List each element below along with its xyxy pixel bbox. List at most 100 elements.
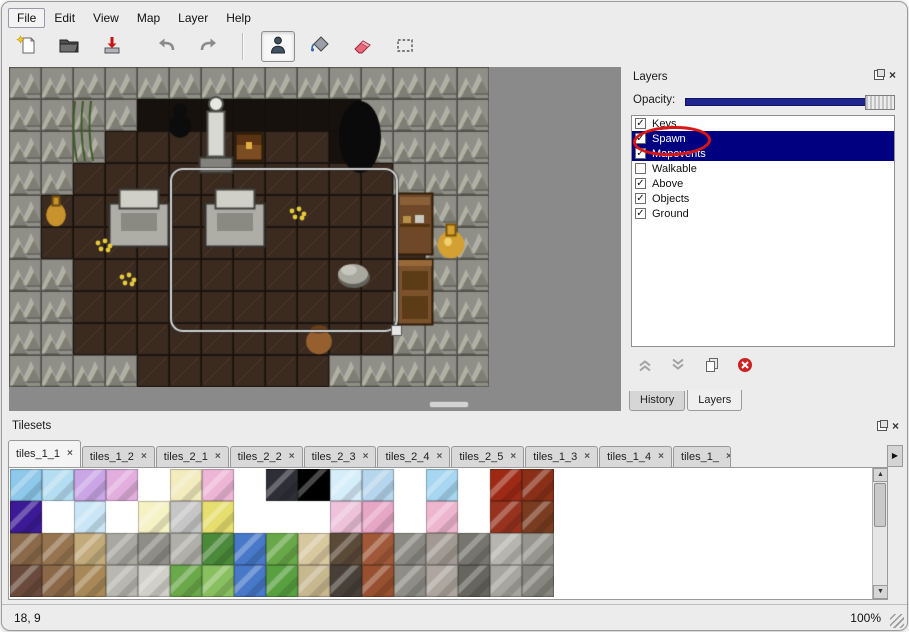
copy-icon <box>704 357 720 376</box>
redo-icon <box>198 34 220 59</box>
resize-grip[interactable] <box>890 614 904 628</box>
select-tool-button[interactable] <box>388 31 422 62</box>
tab-close-icon[interactable]: × <box>215 452 221 462</box>
new-file-button[interactable] <box>10 31 44 62</box>
layer-checkbox[interactable]: ✓ <box>635 208 646 219</box>
close-panel-icon[interactable]: × <box>889 70 896 80</box>
menu-view[interactable]: View <box>84 8 128 28</box>
menu-file[interactable]: File <box>8 8 45 28</box>
tab-tiles-2-1[interactable]: tiles_2_1× <box>156 446 229 467</box>
tab-close-icon[interactable]: × <box>726 452 731 462</box>
tab-scroll-right-button[interactable]: ▶ <box>887 445 903 467</box>
map-canvas[interactable] <box>9 67 489 387</box>
close-panel-icon[interactable]: × <box>892 421 899 431</box>
float-panel-icon[interactable] <box>874 70 884 80</box>
cursor-coords: 18, 9 <box>14 611 41 625</box>
eraser-icon <box>352 34 374 59</box>
tab-tiles-2-3[interactable]: tiles_2_3× <box>304 446 377 467</box>
layers-panel: Layers × Opacity: ✓Keys ✓Spawn ✓Mapevent… <box>623 67 903 411</box>
layers-panel-title: Layers <box>623 69 903 85</box>
tab-close-icon[interactable]: × <box>658 452 664 462</box>
toolbar <box>10 31 426 65</box>
open-file-button[interactable] <box>52 31 86 62</box>
menu-edit[interactable]: Edit <box>45 8 84 28</box>
new-file-icon <box>16 34 38 59</box>
panel-bottom-tabs: HistoryLayers <box>629 390 744 412</box>
layer-row-objects[interactable]: ✓Objects <box>632 191 894 206</box>
layer-toolbar <box>633 355 762 381</box>
chevron-up-double-icon <box>637 357 653 376</box>
layer-row-above[interactable]: ✓Above <box>632 176 894 191</box>
float-panel-icon[interactable] <box>877 421 887 431</box>
save-button[interactable] <box>95 31 129 62</box>
opacity-slider[interactable] <box>685 98 895 106</box>
layer-checkbox[interactable]: ✓ <box>635 133 646 144</box>
selection-rect-icon <box>394 34 416 59</box>
zoom-level: 100% <box>850 611 881 625</box>
layer-checkbox[interactable]: ✓ <box>635 193 646 204</box>
tab-close-icon[interactable]: × <box>584 452 590 462</box>
save-icon <box>101 34 123 59</box>
tileset-tabbar: tiles_1_1× tiles_1_2× tiles_2_1× tiles_2… <box>8 440 883 467</box>
layer-row-spawn[interactable]: ✓Spawn <box>632 131 894 146</box>
layer-list: ✓Keys ✓Spawn ✓Mapevents Walkable ✓Above … <box>631 115 895 347</box>
tab-history[interactable]: History <box>629 391 685 411</box>
paint-bucket-icon <box>309 34 331 59</box>
layer-move-up-button[interactable] <box>633 355 657 377</box>
menubar: FileEditViewMapLayerHelp <box>8 8 260 30</box>
tab-close-icon[interactable]: × <box>141 452 147 462</box>
tab-close-icon[interactable]: × <box>510 452 516 462</box>
layer-row-walkable[interactable]: Walkable <box>632 161 894 176</box>
tileset-vscrollbar: ▲ ▼ <box>872 468 887 599</box>
tab-close-icon[interactable]: × <box>363 452 369 462</box>
map-hscroll-thumb[interactable] <box>429 401 469 408</box>
delete-icon <box>737 357 753 376</box>
layer-delete-button[interactable] <box>733 355 757 377</box>
tileset-canvas[interactable] <box>10 469 554 597</box>
layer-move-down-button[interactable] <box>666 355 690 377</box>
menu-layer[interactable]: Layer <box>169 8 217 28</box>
app-window: FileEditViewMapLayerHelp <box>1 1 908 631</box>
layer-copy-button[interactable] <box>700 355 724 377</box>
tab-tiles-2-4[interactable]: tiles_2_4× <box>377 446 450 467</box>
layer-row-mapevents[interactable]: ✓Mapevents <box>632 146 894 161</box>
opacity-slider-handle[interactable] <box>865 95 895 110</box>
open-folder-icon <box>58 34 80 59</box>
spawn-tool-button[interactable] <box>261 31 295 62</box>
layer-checkbox[interactable]: ✓ <box>635 178 646 189</box>
tab-layers[interactable]: Layers <box>687 390 742 411</box>
layer-row-keys[interactable]: ✓Keys <box>632 116 894 131</box>
fill-tool-button[interactable] <box>303 31 337 62</box>
tilesets-panel: Tilesets × tiles_1_1× tiles_1_2× tiles_2… <box>4 416 907 604</box>
tab-close-icon[interactable]: × <box>289 452 295 462</box>
layer-row-ground[interactable]: ✓Ground <box>632 206 894 221</box>
statusbar: 18, 9 100% <box>2 604 907 631</box>
tab-tiles-1-4[interactable]: tiles_1_4× <box>599 446 672 467</box>
layer-checkbox[interactable]: ✓ <box>635 118 646 129</box>
scroll-thumb[interactable] <box>874 483 886 527</box>
tab-tiles-2-5[interactable]: tiles_2_5× <box>451 446 524 467</box>
menu-map[interactable]: Map <box>128 8 169 28</box>
redo-button[interactable] <box>192 31 226 62</box>
eraser-tool-button[interactable] <box>346 31 380 62</box>
tab-tiles-1-x[interactable]: tiles_1_× <box>673 446 731 467</box>
layer-checkbox[interactable] <box>635 163 646 174</box>
tab-tiles-1-1[interactable]: tiles_1_1× <box>8 440 81 467</box>
scroll-down-button[interactable]: ▼ <box>873 585 888 599</box>
undo-icon <box>155 34 177 59</box>
tab-tiles-2-2[interactable]: tiles_2_2× <box>230 446 303 467</box>
menu-help[interactable]: Help <box>217 8 260 28</box>
tab-close-icon[interactable]: × <box>437 452 443 462</box>
scroll-up-button[interactable]: ▲ <box>873 468 888 482</box>
tab-close-icon[interactable]: × <box>67 449 73 459</box>
tileset-content: ▲ ▼ <box>8 467 888 600</box>
toolbar-separator <box>242 33 244 60</box>
tilesets-panel-title: Tilesets <box>4 418 907 434</box>
undo-button[interactable] <box>149 31 183 62</box>
map-canvas-area <box>9 67 621 411</box>
layer-checkbox[interactable]: ✓ <box>635 148 646 159</box>
tab-tiles-1-3[interactable]: tiles_1_3× <box>525 446 598 467</box>
tab-tiles-1-2[interactable]: tiles_1_2× <box>82 446 155 467</box>
person-icon <box>267 34 289 59</box>
opacity-label: Opacity: <box>633 94 675 106</box>
